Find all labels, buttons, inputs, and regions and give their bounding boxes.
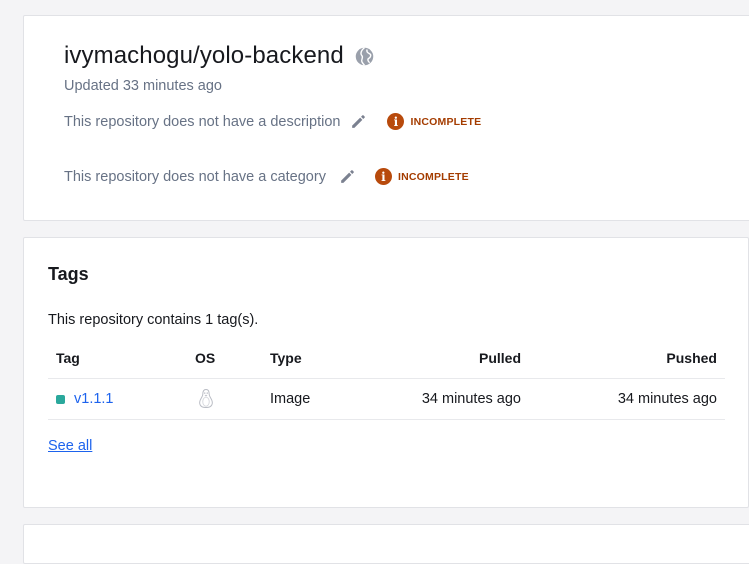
- tags-heading: Tags: [48, 264, 89, 284]
- next-section-card: [23, 524, 749, 564]
- column-header-type: Type: [270, 350, 302, 366]
- tags-table-header: Tag OS Type Pulled Pushed: [48, 342, 725, 379]
- description-status-label: INCOMPLETE: [410, 115, 482, 128]
- tags-count-text: This repository contains 1 tag(s).: [48, 312, 259, 328]
- repository-title-row: ivymachogu/yolo-backend: [64, 42, 375, 70]
- globe-icon: [355, 46, 374, 66]
- tag-link[interactable]: v1.1.1: [56, 391, 114, 407]
- linux-icon: [199, 389, 213, 409]
- tags-table: Tag OS Type Pulled Pushed v1.1.1 Image 3…: [48, 342, 725, 420]
- see-all-link[interactable]: See all: [48, 438, 92, 454]
- column-header-tag: Tag: [56, 350, 80, 366]
- updated-timestamp: Updated 33 minutes ago: [64, 78, 222, 94]
- tag-status-dot: [56, 394, 65, 404]
- category-row: This repository does not have a category…: [64, 167, 469, 186]
- category-status-badge: i INCOMPLETE: [374, 168, 469, 185]
- edit-description-pencil-icon[interactable]: [349, 112, 368, 131]
- edit-category-pencil-icon[interactable]: [338, 167, 357, 186]
- tag-pulled: 34 minutes ago: [421, 391, 521, 407]
- info-icon: i: [374, 168, 392, 185]
- description-status-badge: i INCOMPLETE: [387, 113, 481, 130]
- tag-name: v1.1.1: [74, 391, 114, 407]
- description-text: This repository does not have a descript…: [64, 113, 341, 130]
- info-icon: i: [387, 113, 405, 130]
- tag-cell: v1.1.1: [56, 391, 114, 408]
- tags-card: Tags This repository contains 1 tag(s). …: [23, 237, 749, 508]
- column-header-os: OS: [195, 350, 216, 366]
- table-row: v1.1.1 Image 34 minutes ago 34 minutes a…: [48, 379, 725, 420]
- category-text: This repository does not have a category: [64, 168, 326, 185]
- tag-pushed: 34 minutes ago: [617, 391, 717, 407]
- tag-type: Image: [270, 391, 311, 407]
- column-header-pulled: Pulled: [478, 350, 521, 366]
- repository-header-card: ivymachogu/yolo-backend Updated 33 minut…: [23, 15, 749, 221]
- repository-title: ivymachogu/yolo-backend: [64, 42, 344, 69]
- column-header-pushed: Pushed: [666, 350, 717, 366]
- category-status-label: INCOMPLETE: [397, 170, 469, 183]
- description-row: This repository does not have a descript…: [64, 112, 481, 131]
